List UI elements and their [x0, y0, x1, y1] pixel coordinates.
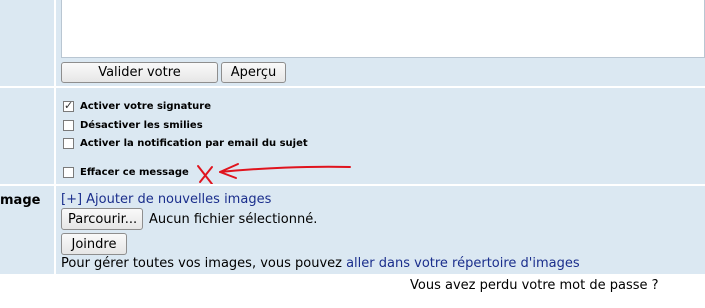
signature-label: Activer votre signature — [80, 100, 211, 112]
submit-message-button[interactable]: Valider votre message — [61, 62, 218, 99]
smilies-label: Désactiver les smilies — [80, 119, 203, 131]
option-delete[interactable]: Effacer ce message — [63, 164, 189, 180]
signature-checkbox[interactable] — [63, 99, 74, 112]
delete-label: Effacer ce message — [80, 166, 189, 178]
label-column — [0, 0, 54, 274]
column-divider — [54, 0, 56, 274]
manage-images-text: Pour gérer toutes vos images, vous pouve… — [61, 256, 347, 271]
manage-images-line: Pour gérer toutes vos images, vous pouve… — [61, 256, 580, 271]
image-directory-link[interactable]: aller dans votre répertoire d'images — [346, 256, 580, 271]
browse-button[interactable]: Parcourir... — [61, 208, 143, 230]
option-signature[interactable]: Activer votre signature — [63, 98, 211, 114]
option-notification[interactable]: Activer la notification par email du suj… — [63, 135, 308, 151]
smilies-checkbox[interactable] — [63, 119, 74, 131]
notification-label: Activer la notification par email du suj… — [80, 137, 308, 149]
add-images-link[interactable]: [+] Ajouter de nouvelles images — [61, 192, 271, 207]
message-textarea[interactable] — [61, 0, 705, 58]
join-button[interactable]: Joindre — [61, 233, 127, 255]
no-file-selected-text: Aucun fichier sélectionné. — [149, 212, 318, 227]
delete-checkbox[interactable] — [63, 166, 74, 178]
lost-password-link[interactable]: Vous avez perdu votre mot de passe ? — [410, 278, 659, 293]
option-smilies[interactable]: Désactiver les smilies — [63, 117, 203, 133]
preview-button[interactable]: Aperçu — [221, 62, 286, 83]
notification-checkbox[interactable] — [63, 137, 74, 149]
